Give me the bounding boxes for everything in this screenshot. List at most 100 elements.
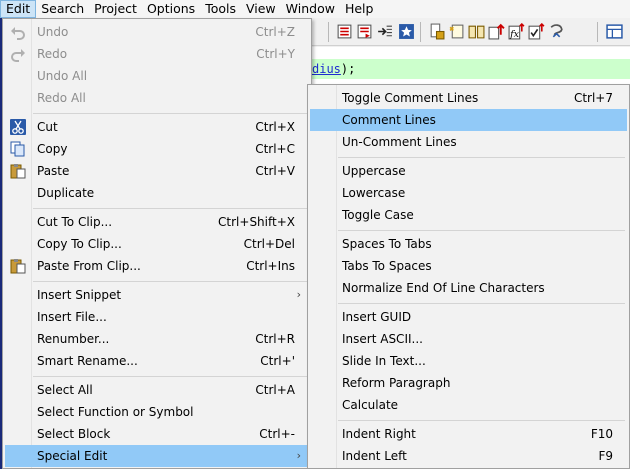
arrow-up-file-icon[interactable]: [488, 23, 505, 40]
select-block-label: Select Block: [37, 427, 111, 441]
menu-item-indent-right[interactable]: Indent Right F10: [310, 423, 627, 445]
bookmark-prev-icon[interactable]: [336, 23, 353, 40]
menu-item-copy[interactable]: Copy Ctrl+C: [5, 138, 309, 160]
calculate-label: Calculate: [342, 398, 399, 412]
menu-item-duplicate[interactable]: Duplicate: [5, 182, 309, 204]
menu-item-uncomment-lines[interactable]: Un-Comment Lines: [310, 131, 627, 153]
menu-item-cut[interactable]: Cut Ctrl+X: [5, 116, 309, 138]
menu-item-insert-snippet[interactable]: Insert Snippet ›: [5, 284, 309, 306]
menu-item-select-all[interactable]: Select All Ctrl+A: [5, 379, 309, 401]
menu-item-redo-all[interactable]: Redo All: [5, 87, 309, 109]
copy-to-clip-label: Copy To Clip...: [37, 237, 122, 251]
menu-item-select-block[interactable]: Select Block Ctrl+-: [5, 423, 309, 445]
code-line: dius);: [312, 62, 355, 76]
menu-tools[interactable]: Tools: [200, 0, 241, 18]
redo-icon: [11, 49, 25, 62]
menu-window[interactable]: Window: [281, 0, 340, 18]
menu-item-insert-ascii[interactable]: Insert ASCII...: [310, 328, 627, 350]
regex-icon[interactable]: [548, 23, 565, 40]
new-note-icon[interactable]: [448, 23, 465, 40]
copy-to-clip-shortcut: Ctrl+Del: [243, 237, 295, 251]
insert-guid-label: Insert GUID: [342, 310, 412, 324]
goto-line-icon[interactable]: [376, 23, 393, 40]
menu-view[interactable]: View: [241, 0, 281, 18]
indent-left-label: Indent Left: [342, 449, 407, 463]
menu-item-special-edit[interactable]: Special Edit ›: [5, 445, 309, 467]
lowercase-label: Lowercase: [342, 186, 406, 200]
paste-from-clip-label: Paste From Clip...: [37, 259, 141, 273]
menu-item-spaces-to-tabs[interactable]: Spaces To Tabs: [310, 233, 627, 255]
paste-label: Paste: [37, 164, 70, 178]
svg-text:fx: fx: [509, 29, 520, 40]
cut-shortcut: Ctrl+X: [255, 120, 295, 134]
menu-item-toggle-case[interactable]: Toggle Case: [310, 204, 627, 226]
undo-all-label: Undo All: [37, 69, 88, 83]
menu-item-comment-lines[interactable]: Comment Lines: [310, 109, 627, 131]
menu-item-slide-in-text[interactable]: Slide In Text...: [310, 350, 627, 372]
menu-item-redo[interactable]: Redo Ctrl+Y: [5, 43, 309, 65]
select-function-label: Select Function or Symbol: [37, 405, 194, 419]
menu-item-indent-left[interactable]: Indent Left F9: [310, 445, 627, 467]
book-icon[interactable]: [468, 23, 485, 40]
menu-item-reform-paragraph[interactable]: Reform Paragraph: [310, 372, 627, 394]
comment-lines-label: Comment Lines: [342, 113, 436, 127]
paste-icon: [10, 164, 26, 179]
menu-item-undo-all[interactable]: Undo All: [5, 65, 309, 87]
cut-to-clip-shortcut: Ctrl+Shift+X: [218, 215, 295, 229]
current-line: [312, 59, 630, 79]
scissors-icon: [10, 119, 26, 135]
copy-label: Copy: [37, 142, 68, 156]
uncomment-lines-label: Un-Comment Lines: [342, 135, 457, 149]
code-identifier: dius: [312, 62, 341, 76]
bookmark-next-icon[interactable]: [356, 23, 373, 40]
redo-label: Redo: [37, 47, 68, 61]
menu-search[interactable]: Search: [36, 0, 89, 18]
toggle-case-label: Toggle Case: [342, 208, 414, 222]
code-suffix: );: [340, 62, 356, 76]
normalize-eol-label: Normalize End Of Line Characters: [342, 281, 545, 295]
redo-shortcut: Ctrl+Y: [256, 47, 295, 61]
menu-item-insert-guid[interactable]: Insert GUID: [310, 306, 627, 328]
menu-options[interactable]: Options: [142, 0, 200, 18]
undo-label: Undo: [37, 25, 69, 39]
menu-edit[interactable]: Edit: [0, 0, 37, 18]
select-all-label: Select All: [37, 383, 93, 397]
menu-item-paste-from-clip[interactable]: Paste From Clip... Ctrl+Ins: [5, 255, 309, 277]
slide-in-text-label: Slide In Text...: [342, 354, 426, 368]
menu-item-smart-rename[interactable]: Smart Rename... Ctrl+': [5, 350, 309, 372]
favorite-icon[interactable]: [398, 23, 415, 40]
menu-item-calculate[interactable]: Calculate: [310, 394, 627, 416]
renumber-shortcut: Ctrl+R: [255, 332, 295, 346]
check-arrow-icon[interactable]: [528, 23, 545, 40]
insert-snippet-label: Insert Snippet: [37, 288, 122, 302]
layout-icon[interactable]: [606, 23, 623, 40]
copy-icon: [10, 141, 25, 157]
reform-paragraph-label: Reform Paragraph: [342, 376, 451, 390]
menu-item-select-function[interactable]: Select Function or Symbol: [5, 401, 309, 423]
menu-project[interactable]: Project: [89, 0, 142, 18]
menu-item-cut-to-clip[interactable]: Cut To Clip... Ctrl+Shift+X: [5, 211, 309, 233]
menu-item-uppercase[interactable]: Uppercase: [310, 160, 627, 182]
insert-ascii-label: Insert ASCII...: [342, 332, 423, 346]
menu-item-undo[interactable]: Undo Ctrl+Z: [5, 21, 309, 43]
paste-shortcut: Ctrl+V: [255, 164, 295, 178]
select-all-shortcut: Ctrl+A: [255, 383, 295, 397]
menu-help[interactable]: Help: [340, 0, 379, 18]
menu-item-copy-to-clip[interactable]: Copy To Clip... Ctrl+Del: [5, 233, 309, 255]
lock-file-icon[interactable]: [428, 23, 445, 40]
smart-rename-shortcut: Ctrl+': [260, 354, 295, 368]
undo-icon: [11, 27, 25, 40]
menu-item-paste[interactable]: Paste Ctrl+V: [5, 160, 309, 182]
redo-all-label: Redo All: [37, 91, 86, 105]
toolbar: fx: [312, 18, 630, 46]
menu-item-normalize-eol[interactable]: Normalize End Of Line Characters: [310, 277, 627, 299]
cut-to-clip-label: Cut To Clip...: [37, 215, 113, 229]
function-icon[interactable]: fx: [508, 23, 525, 40]
special-edit-submenu: Toggle Comment Lines Ctrl+7 Comment Line…: [307, 84, 630, 469]
menu-item-toggle-comment[interactable]: Toggle Comment Lines Ctrl+7: [310, 87, 627, 109]
menu-item-tabs-to-spaces[interactable]: Tabs To Spaces: [310, 255, 627, 277]
menu-item-renumber[interactable]: Renumber... Ctrl+R: [5, 328, 309, 350]
menu-item-insert-file[interactable]: Insert File...: [5, 306, 309, 328]
menu-item-lowercase[interactable]: Lowercase: [310, 182, 627, 204]
undo-shortcut: Ctrl+Z: [255, 25, 295, 39]
